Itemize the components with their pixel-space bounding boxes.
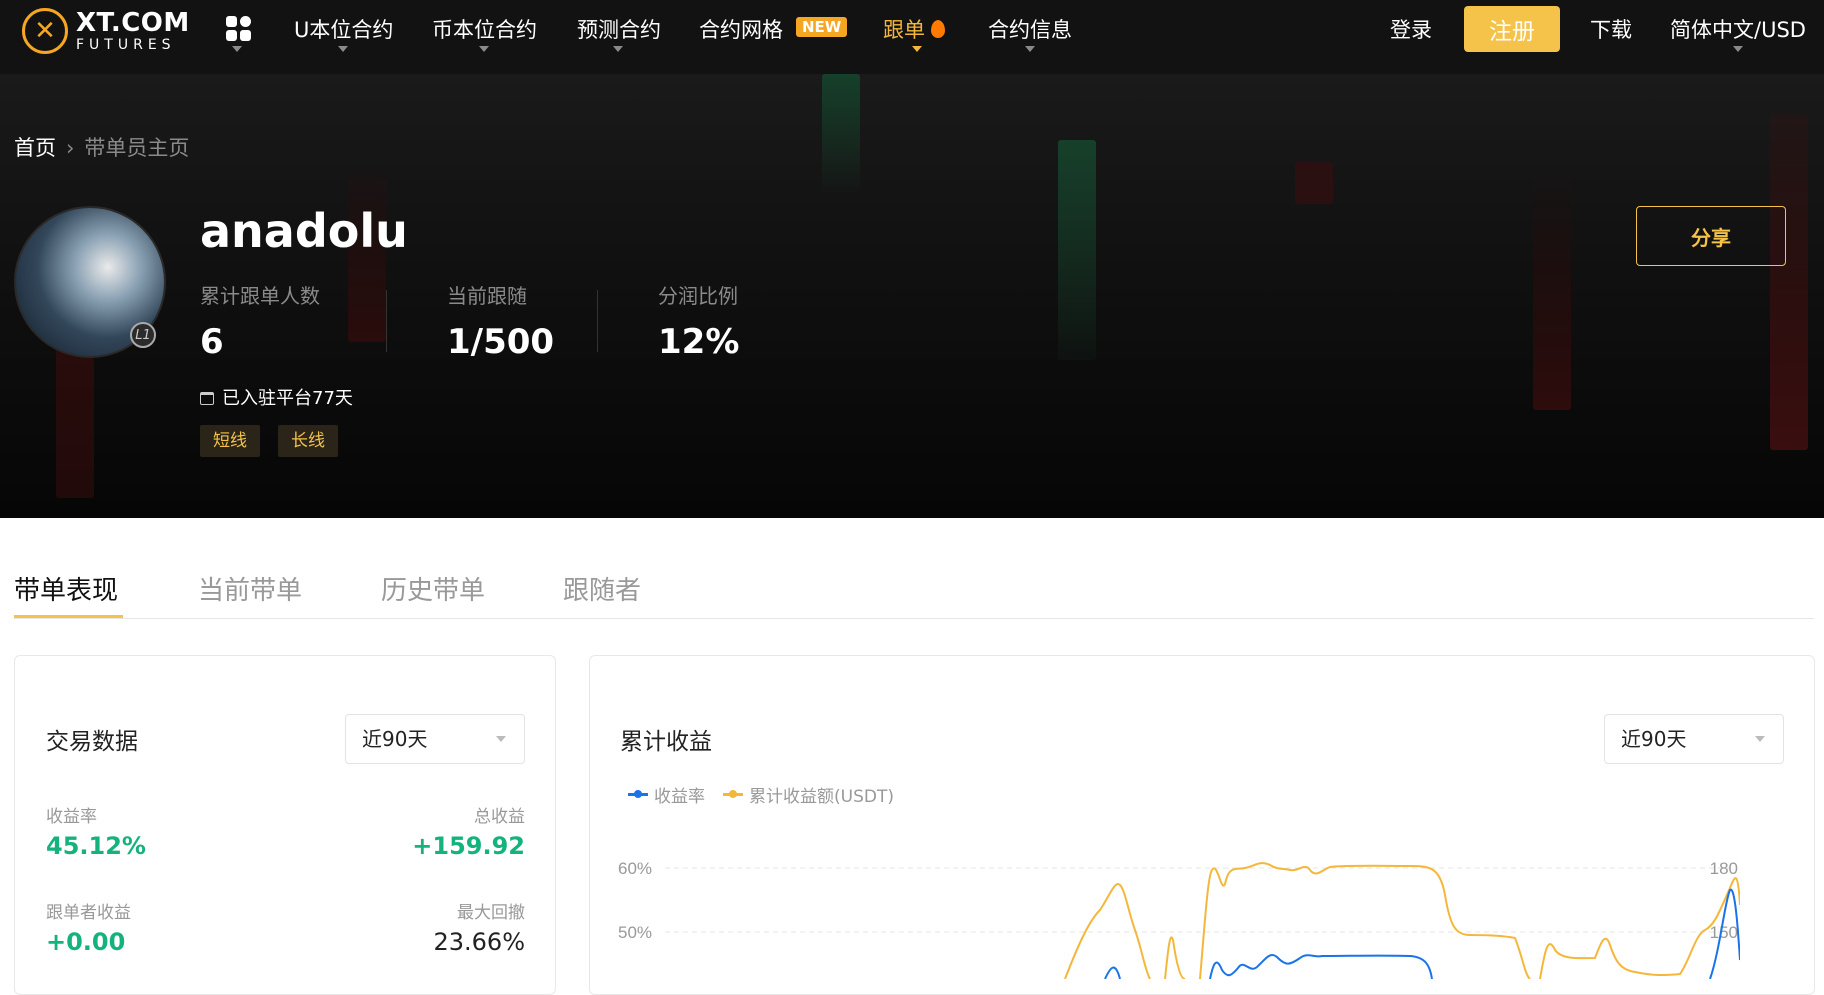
share-button[interactable]: 分享 [1636,206,1786,266]
cumulative-earnings-chart: 60% 50% 180 150 [618,859,1740,979]
metric-value-roi: 45.12% [46,832,146,860]
nav-futures-grid[interactable]: 合约网格 [699,14,783,44]
download-link[interactable]: 下载 [1590,14,1632,44]
y-right-tick-150: 150 [1710,923,1738,942]
chart-legend: 收益率 累计收益额(USDT) [628,782,894,807]
stat-label-profit-share: 分润比例 [658,284,738,308]
apps-grid-icon[interactable] [226,16,252,42]
nav-prediction-futures[interactable]: 预测合约 [577,14,661,44]
metric-value-total-pnl: +159.92 [412,832,525,860]
tab-history-orders[interactable]: 历史带单 [381,570,485,607]
background-candle [1058,140,1096,360]
divider [386,290,387,352]
nav-copy-trading[interactable]: 跟单 [883,14,925,44]
flame-icon [931,20,945,38]
y-right-tick-180: 180 [1710,859,1738,878]
chevron-down-icon [613,46,623,52]
background-candle [1770,114,1808,450]
nav-usdt-futures[interactable]: U本位合约 [294,14,393,44]
register-button[interactable]: 注册 [1464,6,1560,52]
joined-days: 已入驻平台77天 [200,384,353,410]
stat-value-current-following: 1/500 [447,322,555,362]
stat-value-total-followers: 6 [200,322,224,362]
chevron-down-icon [1025,46,1035,52]
breadcrumb: 首页 › 带单员主页 [14,132,189,162]
y-left-tick-50: 50% [618,923,652,942]
earnings-title: 累计收益 [620,729,712,755]
tab-followers[interactable]: 跟随者 [563,570,641,607]
chevron-down-icon [912,46,922,52]
trader-hero: 首页 › 带单员主页 L1 anadolu 累计跟单人数 6 当前跟随 1/500 … [0,74,1824,518]
chevron-down-icon [338,46,348,52]
background-candle [1295,162,1333,204]
trading-data-card: 交易数据 近90天 收益率 45.12% 总收益 +159.92 跟单者收益 +… [14,655,556,995]
chevron-right-icon: › [66,136,75,160]
legend-swatch-roi [628,790,648,798]
metric-label-roi: 收益率 [46,807,97,827]
logo-sub-text: FUTURES [76,37,176,53]
apps-chevron-down-icon [232,46,242,52]
y-left-tick-60: 60% [618,859,652,878]
tabs-divider [14,618,1814,619]
background-candle [56,334,94,498]
metric-label-max-drawdown: 最大回撤 [457,903,525,923]
metric-value-follower-pnl: +0.00 [46,928,126,956]
earnings-period-value: 近90天 [1621,727,1687,751]
series-line-pnl [1064,862,1740,979]
legend-swatch-pnl [723,790,743,798]
tab-bar: 带单表现 当前带单 历史带单 跟随者 [0,518,1824,620]
chevron-down-icon [496,736,506,742]
new-badge: NEW [796,17,848,37]
legend-roi[interactable]: 收益率 [654,782,705,807]
stat-value-profit-share: 12% [658,322,740,362]
stat-label-total-followers: 累计跟单人数 [200,284,320,308]
tab-current-orders[interactable]: 当前带单 [198,570,302,607]
chevron-down-icon [479,46,489,52]
background-candle [1533,170,1571,410]
trader-name: anadolu [200,204,408,258]
legend-pnl[interactable]: 累计收益额(USDT) [749,782,894,807]
chevron-down-icon [1755,736,1765,742]
background-candle [348,174,386,342]
logo-main-text: XT.COM [76,8,190,38]
top-navigation: ✕ XT.COM FUTURES U本位合约 币本位合约 预测合约 合约网格 N… [0,0,1824,74]
tag-long-term: 长线 [278,425,338,457]
metric-value-max-drawdown: 23.66% [433,928,525,956]
breadcrumb-home[interactable]: 首页 [14,136,56,160]
tag-short-term: 短线 [200,425,260,457]
tab-performance[interactable]: 带单表现 [14,570,118,607]
joined-days-text: 已入驻平台77天 [222,388,353,409]
earnings-period-select[interactable]: 近90天 [1604,714,1784,764]
calendar-icon [200,392,214,405]
language-selector[interactable]: 简体中文/USD [1670,14,1806,44]
xt-logo[interactable]: ✕ XT.COM FUTURES [22,8,190,54]
login-button[interactable]: 登录 [1390,14,1432,44]
breadcrumb-current: 带单员主页 [84,136,190,160]
trading-period-value: 近90天 [362,727,428,751]
stat-label-current-following: 当前跟随 [447,284,527,308]
metric-label-total-pnl: 总收益 [474,807,525,827]
chevron-down-icon [1733,46,1743,52]
background-candle [822,74,860,194]
xt-logo-icon: ✕ [22,8,68,54]
nav-futures-info[interactable]: 合约信息 [988,14,1072,44]
divider [597,290,598,352]
level-badge: L1 [130,322,156,348]
nav-coin-futures[interactable]: 币本位合约 [432,14,537,44]
metric-label-follower-pnl: 跟单者收益 [46,903,131,923]
trading-data-title: 交易数据 [46,729,138,755]
trading-period-select[interactable]: 近90天 [345,714,525,764]
